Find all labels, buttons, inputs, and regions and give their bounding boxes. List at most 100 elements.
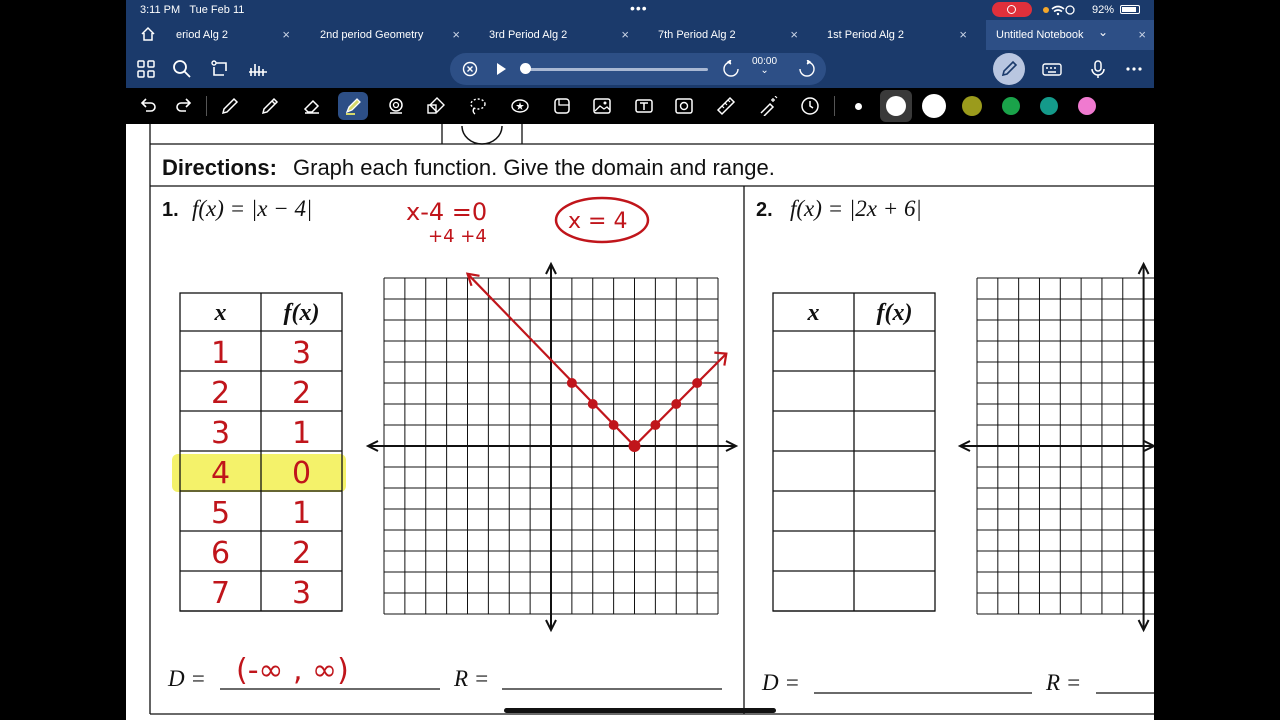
home-indicator[interactable] (504, 708, 776, 713)
work-line-2: +4 +4 (428, 226, 487, 247)
tab-label: 7th Period Alg 2 (658, 29, 736, 41)
chevron-down-icon[interactable]: ⌄ (1098, 25, 1108, 39)
text-box-icon[interactable] (634, 96, 654, 116)
rewind-10-icon[interactable] (722, 60, 740, 78)
problem-1-graph (365, 261, 739, 633)
mic-indicator-icon (1043, 7, 1049, 13)
tab-label: 2nd period Geometry (320, 29, 424, 41)
table-cell-value: 2 (211, 376, 230, 411)
table-cell[interactable] (773, 531, 854, 571)
table-cell[interactable] (854, 371, 935, 411)
tab-close-icon[interactable]: × (621, 27, 629, 42)
table-cell[interactable] (854, 451, 935, 491)
table-cell[interactable] (773, 331, 854, 371)
laser-pointer-icon[interactable] (758, 96, 778, 116)
redo-icon[interactable] (174, 96, 194, 116)
table-cell[interactable] (854, 491, 935, 531)
tab-2nd-period-geometry[interactable]: 2nd period Geometry × (310, 20, 468, 50)
notebook-page[interactable]: Directions: Graph each function. Give th… (126, 124, 1154, 720)
battery-percent: 92% (1091, 4, 1114, 16)
tab-bar: eriod Alg 2 × 2nd period Geometry × 3rd … (126, 20, 1154, 50)
shapes-tool-icon[interactable] (386, 96, 406, 116)
undo-icon[interactable] (138, 96, 158, 116)
sticker-icon[interactable] (552, 96, 572, 116)
battery-icon (1120, 5, 1140, 14)
tab-close-icon[interactable]: × (452, 27, 460, 42)
color-swatch-green[interactable] (1002, 97, 1020, 115)
tab-close-icon[interactable]: × (282, 27, 290, 42)
tab-close-icon[interactable]: × (1138, 27, 1146, 42)
table-cell-value: 3 (292, 336, 311, 371)
chevron-down-icon[interactable]: ⌄ (752, 66, 777, 76)
microphone-icon[interactable] (1088, 59, 1108, 79)
table-cell-value: 1 (211, 336, 230, 371)
table-cell-value: 3 (211, 416, 230, 451)
problem-2-graph (957, 261, 1154, 633)
tab-close-icon[interactable]: × (790, 27, 798, 42)
wifi-icon (1051, 5, 1065, 10)
table-cell[interactable] (773, 371, 854, 411)
stroke-size-medium-selected[interactable] (880, 90, 912, 122)
table-cell-value: 2 (292, 376, 311, 411)
tab-close-icon[interactable]: × (959, 27, 967, 42)
ruler-icon[interactable] (716, 96, 736, 116)
problem-2-range-label: R = (1045, 670, 1081, 695)
table-cell[interactable] (773, 411, 854, 451)
tab-1st-period-alg2[interactable]: 1st Period Alg 2 × (817, 20, 975, 50)
more-icon[interactable] (1124, 59, 1144, 79)
table-cell[interactable] (773, 491, 854, 531)
pencil-mode-button[interactable] (993, 53, 1025, 85)
pen-tool-icon[interactable] (220, 96, 240, 116)
bookmark-share-icon[interactable] (210, 59, 230, 79)
pencil-tool-icon[interactable] (260, 96, 280, 116)
keyboard-icon[interactable] (1042, 59, 1062, 79)
color-swatch-pink[interactable] (1078, 97, 1096, 115)
forward-10-icon[interactable] (798, 60, 816, 78)
close-circle-icon[interactable] (462, 61, 478, 77)
drawing-toolbar (126, 88, 1154, 124)
problem-1-domain-label: D = (167, 666, 206, 691)
color-swatch-olive-selected[interactable] (962, 96, 982, 116)
directions-label: Directions: (162, 155, 277, 180)
tab-label: Untitled Notebook (996, 29, 1084, 41)
tab-period-alg2-a[interactable]: eriod Alg 2 × (166, 20, 298, 50)
screen-recording-icon[interactable] (992, 2, 1032, 17)
tab-untitled-notebook[interactable]: Untitled Notebook ⌄ × (986, 20, 1154, 50)
shape-tool-icon[interactable] (426, 96, 446, 116)
table-cell[interactable] (773, 571, 854, 611)
plotted-point (587, 399, 598, 409)
audio-scrubber[interactable] (524, 68, 708, 71)
table-cell[interactable] (854, 571, 935, 611)
color-swatch-teal[interactable] (1040, 97, 1058, 115)
plotted-point (671, 399, 682, 409)
top-toolbar: 00:00 ⌄ (126, 50, 1154, 88)
problem-2-domain-label: D = (761, 670, 800, 695)
problem-2-function: f(x) = |2x + 6| (790, 196, 922, 221)
stroke-size-small[interactable] (855, 103, 862, 110)
table-cell[interactable] (854, 331, 935, 371)
eraser-tool-icon[interactable] (302, 96, 322, 116)
highlighter-icon (345, 98, 361, 115)
table-cell[interactable] (854, 411, 935, 451)
image-icon[interactable] (592, 96, 612, 116)
play-icon[interactable] (494, 62, 508, 76)
multitask-dots-icon[interactable]: ••• (630, 0, 648, 16)
color-swatch-white[interactable] (922, 94, 946, 118)
handwriting-recognition-icon[interactable] (248, 59, 268, 79)
highlighter-tool-button[interactable] (338, 92, 368, 120)
tab-7th-period-alg2[interactable]: 7th Period Alg 2 × (648, 20, 806, 50)
plotted-point (650, 420, 661, 430)
plotted-point (692, 378, 703, 388)
clock-icon[interactable] (800, 96, 820, 116)
elements-star-icon[interactable] (510, 96, 530, 116)
tab-3rd-period-alg2[interactable]: 3rd Period Alg 2 × (479, 20, 637, 50)
table-cell[interactable] (854, 531, 935, 571)
camera-scan-icon[interactable] (674, 96, 694, 116)
home-icon[interactable] (140, 26, 156, 42)
search-icon[interactable] (172, 59, 192, 79)
scrubber-handle[interactable] (520, 63, 531, 74)
grid-view-icon[interactable] (136, 59, 156, 79)
table-cell[interactable] (773, 451, 854, 491)
table-cell-value: 1 (292, 416, 311, 451)
lasso-tool-icon[interactable] (468, 96, 488, 116)
